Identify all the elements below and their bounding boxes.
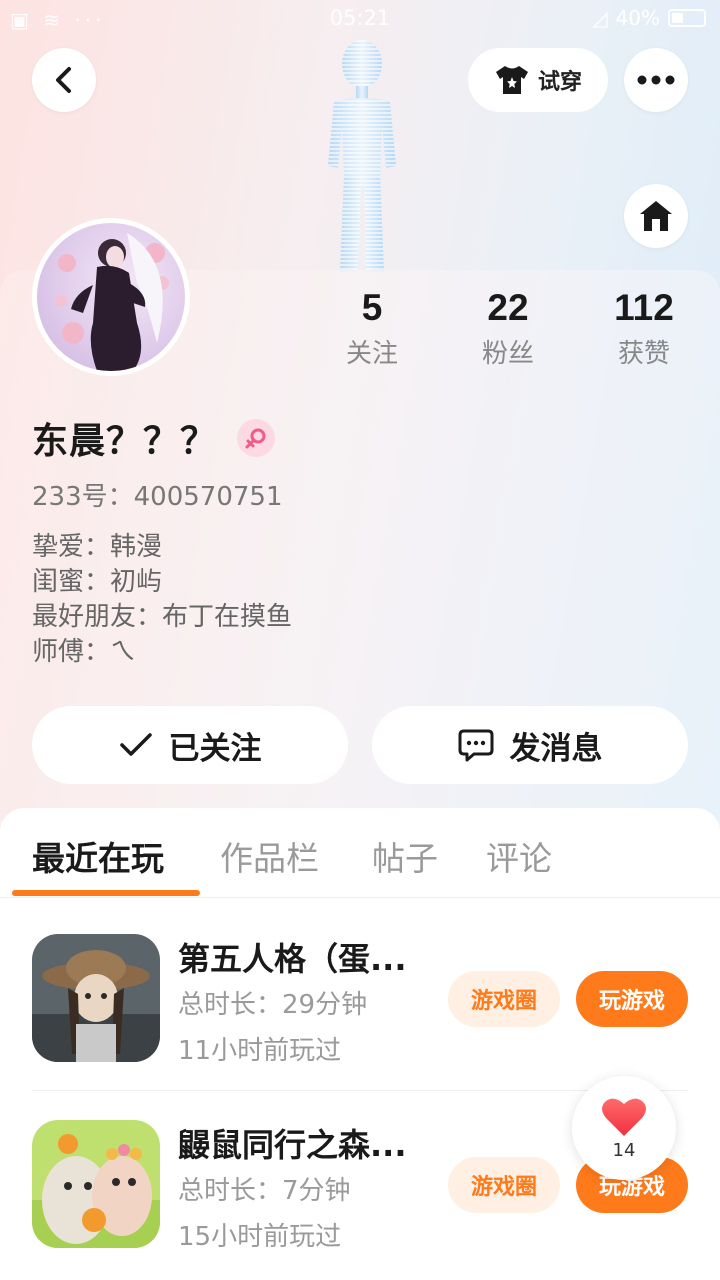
status-icons-right: ◿ 40% <box>592 6 706 30</box>
game-circle-button[interactable]: 游戏圈 <box>448 971 560 1027</box>
game-last-played: 11小时前玩过 <box>178 1036 342 1066</box>
game-title: 第五人格（蛋... <box>178 940 407 978</box>
try-on-label: 试穿 <box>537 70 582 95</box>
heart-icon <box>602 1098 646 1136</box>
chat-bubble-icon <box>458 729 493 762</box>
tab-comments[interactable]: 评论 <box>486 832 552 880</box>
more-button[interactable] <box>624 48 688 112</box>
back-button[interactable] <box>32 48 96 112</box>
play-game-button[interactable]: 玩游戏 <box>576 971 688 1027</box>
game-circle-button[interactable]: 游戏圈 <box>448 1157 560 1213</box>
stat-likes-count: 112 <box>614 287 674 328</box>
profile-avatar[interactable] <box>32 218 190 376</box>
tab-recently-played[interactable]: 最近在玩 <box>32 832 164 880</box>
profile-name: 东晨？？？ <box>32 421 218 462</box>
checkmark-icon <box>119 733 152 756</box>
profile-bio: 挚爱：韩漫 闺蜜：初屿 最好朋友：布丁在摸鱼 师傅：ㄟ <box>32 530 292 670</box>
stat-followers[interactable]: 22 粉丝 <box>448 286 568 374</box>
tab-posts[interactable]: 帖子 <box>372 832 438 880</box>
followed-label: 已关注 <box>168 730 262 767</box>
female-gender-icon <box>237 419 276 457</box>
stat-likes[interactable]: 112 获赞 <box>584 286 704 374</box>
tab-bar: 最近在玩 作品栏 帖子 评论 <box>0 808 720 898</box>
stat-following-label: 关注 <box>345 339 398 369</box>
game-duration: 总时长：7分钟 <box>178 1176 351 1206</box>
stat-followers-count: 22 <box>487 287 529 328</box>
like-float-button[interactable]: 14 <box>572 1076 676 1180</box>
bio-line: 师傅：ㄟ <box>32 637 137 667</box>
send-message-label: 发消息 <box>509 730 603 767</box>
game-icon-identity-v[interactable] <box>32 934 160 1062</box>
game-item[interactable]: 第五人格（蛋... 总时长：29分钟 11小时前玩过 游戏圈 玩游戏 <box>0 908 720 1092</box>
avatar-3d-figure[interactable] <box>300 36 420 272</box>
stat-following-count: 5 <box>361 287 383 328</box>
game-last-played: 15小时前玩过 <box>178 1222 342 1252</box>
stat-likes-label: 获赞 <box>617 339 670 369</box>
try-on-button[interactable]: 试穿 <box>468 48 608 112</box>
like-count: 14 <box>612 1139 636 1161</box>
signal-icon: ◿ <box>592 6 608 30</box>
more-dots-icon <box>637 75 675 85</box>
name-row: 东晨？？？ <box>32 412 276 464</box>
status-bar: ▣ ≋ ··· 05:21 ◿ 40% <box>0 0 720 38</box>
shirt-icon <box>495 66 528 94</box>
stat-following[interactable]: 5 关注 <box>312 286 432 374</box>
chevron-left-icon <box>56 67 71 93</box>
send-message-button[interactable]: 发消息 <box>372 706 688 784</box>
tab-works[interactable]: 作品栏 <box>220 832 319 880</box>
game-duration: 总时长：29分钟 <box>178 990 368 1020</box>
stat-followers-label: 粉丝 <box>481 339 534 369</box>
game-icon-mole-forest[interactable] <box>32 1120 160 1248</box>
tab-active-indicator <box>12 890 200 896</box>
user-id: 233号：400570751 <box>32 482 283 512</box>
home-icon <box>640 201 672 231</box>
battery-percent: 40% <box>615 6 660 30</box>
bio-line: 挚爱：韩漫 <box>32 532 163 562</box>
bio-line: 闺蜜：初屿 <box>32 567 163 597</box>
game-title: 鼹鼠同行之森... <box>178 1126 407 1164</box>
followed-button[interactable]: 已关注 <box>32 706 348 784</box>
battery-icon <box>668 9 706 27</box>
bio-line: 最好朋友：布丁在摸鱼 <box>32 602 293 632</box>
home-button[interactable] <box>624 184 688 248</box>
